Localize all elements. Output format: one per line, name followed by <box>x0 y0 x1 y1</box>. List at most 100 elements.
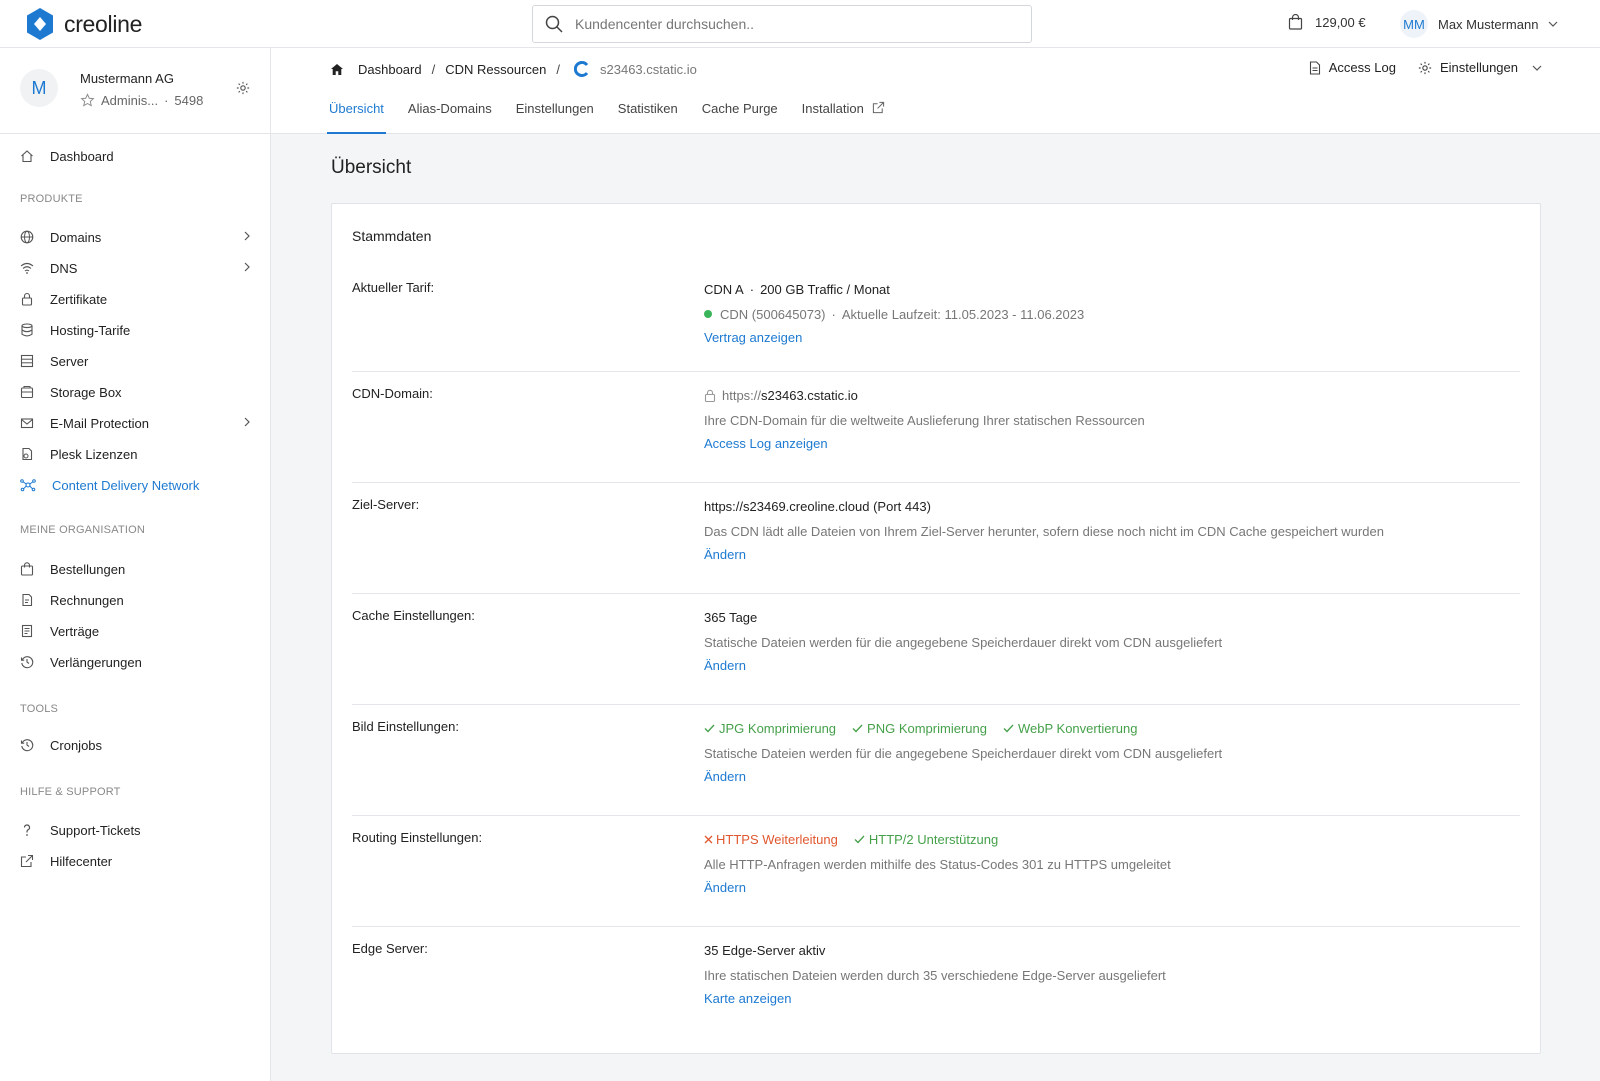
row-value: 35 Edge-Server aktiv Ihre statischen Dat… <box>704 941 1166 1009</box>
user-avatar: MM <box>1400 10 1428 38</box>
bild-desc: Statische Dateien werden für die angegeb… <box>704 745 1223 761</box>
section-hilfe-support: HILFE & SUPPORT <box>20 786 121 798</box>
vertrag-anzeigen-link[interactable]: Vertrag anzeigen <box>704 330 1084 348</box>
breadcrumb: Dashboard / CDN Ressourcen / s23463.csta… <box>330 61 697 77</box>
cdn-domain-desc: Ihre CDN-Domain für die weltweite Auslie… <box>704 412 1145 428</box>
tab-statistiken[interactable]: Statistiken <box>616 98 680 134</box>
jpg-feature-label: JPG Komprimierung <box>719 720 837 736</box>
breadcrumb-separator: / <box>556 61 561 77</box>
cache-value: 365 Tage <box>704 609 758 625</box>
sidebar-item-bestellungen[interactable]: Bestellungen <box>0 555 270 583</box>
gear-icon <box>1418 61 1432 74</box>
sidebar-item-label: Domains <box>50 229 102 245</box>
check-icon <box>704 724 715 732</box>
row-routing-einstellungen: Routing Einstellungen: HTTPS Weiterleitu… <box>352 816 1520 927</box>
gear-icon[interactable] <box>236 81 250 95</box>
invoice-icon <box>22 593 33 607</box>
sidebar-item-hosting-tarife[interactable]: Hosting-Tarife <box>0 316 270 344</box>
wifi-icon <box>20 262 34 274</box>
sidebar-item-cronjobs[interactable]: Cronjobs <box>0 731 270 759</box>
sidebar-item-rechnungen[interactable]: Rechnungen <box>0 586 270 614</box>
sidebar-item-label: Plesk Lizenzen <box>50 446 138 462</box>
breadcrumb-dashboard[interactable]: Dashboard <box>358 62 422 77</box>
webp-feature: WebP Konvertierung <box>1003 721 1137 736</box>
organization-panel: M Mustermann AG Adminis... · 5498 <box>0 48 270 134</box>
status-active-dot <box>704 310 712 318</box>
question-icon <box>23 824 31 836</box>
globe-icon <box>20 230 34 244</box>
shopping-bag-icon <box>20 562 34 576</box>
access-log-anzeigen-link[interactable]: Access Log anzeigen <box>704 436 1145 454</box>
tab-cache-purge[interactable]: Cache Purge <box>700 98 780 134</box>
bild-aendern-link[interactable]: Ändern <box>704 769 1222 787</box>
sidebar-item-dns[interactable]: DNS <box>0 254 270 282</box>
row-value: CDN A · 200 GB Traffic / Monat CDN (5006… <box>704 280 1084 348</box>
karte-anzeigen-link[interactable]: Karte anzeigen <box>704 991 1166 1009</box>
star-icon[interactable] <box>80 93 95 108</box>
logo[interactable]: creoline <box>22 6 142 42</box>
cache-aendern-link[interactable]: Ändern <box>704 658 1222 676</box>
check-icon <box>1003 724 1014 732</box>
sidebar-item-verlaengerungen[interactable]: Verlängerungen <box>0 648 270 676</box>
edge-desc: Ihre statischen Dateien werden durch 35 … <box>704 967 1166 983</box>
sidebar-item-storage-box[interactable]: Storage Box <box>0 378 270 406</box>
search-icon <box>545 15 563 33</box>
section-meine-organisation: MEINE ORGANISATION <box>20 524 146 536</box>
search-input[interactable] <box>575 16 995 32</box>
tarif-contract-info: CDN (500645073) · Aktuelle Laufzeit: 11.… <box>704 305 1084 323</box>
network-icon <box>20 479 36 492</box>
row-cdn-domain: CDN-Domain: https://s23463.cstatic.io Ih… <box>352 372 1520 483</box>
tab-alias-domains[interactable]: Alias-Domains <box>406 98 494 134</box>
external-link-icon <box>872 101 884 114</box>
webp-feature-label: WebP Konvertierung <box>1017 720 1138 736</box>
sidebar-item-server[interactable]: Server <box>0 347 270 375</box>
check-icon <box>852 724 863 732</box>
https-feature-label: HTTPS Weiterleitung <box>716 831 838 847</box>
home-icon[interactable] <box>330 63 344 76</box>
tarif-traffic: 200 GB Traffic / Monat <box>760 281 890 297</box>
sidebar-item-email-protection[interactable]: E-Mail Protection <box>0 409 270 437</box>
breadcrumb-cdn-ressourcen[interactable]: CDN Ressourcen <box>445 62 546 77</box>
organization-number: 5498 <box>174 93 204 108</box>
ziel-server-aendern-link[interactable]: Ändern <box>704 547 1384 565</box>
routing-desc: Alle HTTP-Anfragen werden mithilfe des S… <box>704 856 1171 872</box>
tab-installation[interactable]: Installation <box>800 98 887 134</box>
sidebar-item-domains[interactable]: Domains <box>0 223 270 251</box>
sidebar-item-label: Server <box>50 353 89 369</box>
home-icon <box>21 150 33 163</box>
sidebar-item-dashboard[interactable]: Dashboard <box>0 142 270 170</box>
jpg-feature: JPG Komprimierung <box>704 721 836 736</box>
sidebar-item-hilfecenter[interactable]: Hilfecenter <box>0 847 270 875</box>
search-box[interactable] <box>532 5 1032 43</box>
database-icon <box>21 323 33 337</box>
access-log-button[interactable]: Access Log <box>1309 60 1396 75</box>
sidebar-item-support-tickets[interactable]: Support-Tickets <box>0 816 270 844</box>
row-label: Routing Einstellungen: <box>352 830 483 845</box>
settings-dropdown[interactable]: Einstellungen <box>1418 60 1542 75</box>
tab-bar: Übersicht Alias-Domains Einstellungen St… <box>327 98 907 134</box>
chevron-down-icon <box>1532 65 1542 71</box>
bild-features: JPG Komprimierung PNG Komprimierung WebP… <box>704 719 1222 737</box>
sidebar-item-zertifikate[interactable]: Zertifikate <box>0 285 270 313</box>
sidebar-item-content-delivery-network[interactable]: Content Delivery Network <box>0 471 270 499</box>
sidebar-item-label: Content Delivery Network <box>52 477 200 493</box>
tab-einstellungen[interactable]: Einstellungen <box>514 98 596 134</box>
external-link-icon <box>20 854 34 868</box>
separator-dot: · <box>749 281 755 297</box>
ziel-server-desc: Das CDN lädt alle Dateien von Ihrem Ziel… <box>704 523 1384 539</box>
sidebar-item-plesk-lizenzen[interactable]: Plesk Lizenzen <box>0 440 270 468</box>
routing-features: HTTPS Weiterleitung HTTP/2 Unterstützung <box>704 830 1171 848</box>
cart-amount: 129,00 € <box>1315 14 1366 30</box>
http2-feature: HTTP/2 Unterstützung <box>854 832 998 847</box>
section-produkte: PRODUKTE <box>20 193 83 205</box>
row-value: https://s23463.cstatic.io Ihre CDN-Domai… <box>704 386 1145 454</box>
tab-uebersicht[interactable]: Übersicht <box>327 98 386 134</box>
routing-aendern-link[interactable]: Ändern <box>704 880 1171 898</box>
user-menu[interactable]: MM Max Mustermann <box>1400 10 1558 38</box>
mail-icon <box>20 418 34 429</box>
cart[interactable]: 129,00 € <box>1288 14 1366 30</box>
chevron-right-icon <box>244 231 250 241</box>
row-label: Ziel-Server: <box>352 497 420 512</box>
row-aktueller-tarif: Aktueller Tarif: CDN A · 200 GB Traffic … <box>352 266 1520 372</box>
sidebar-item-vertraege[interactable]: Verträge <box>0 617 270 645</box>
